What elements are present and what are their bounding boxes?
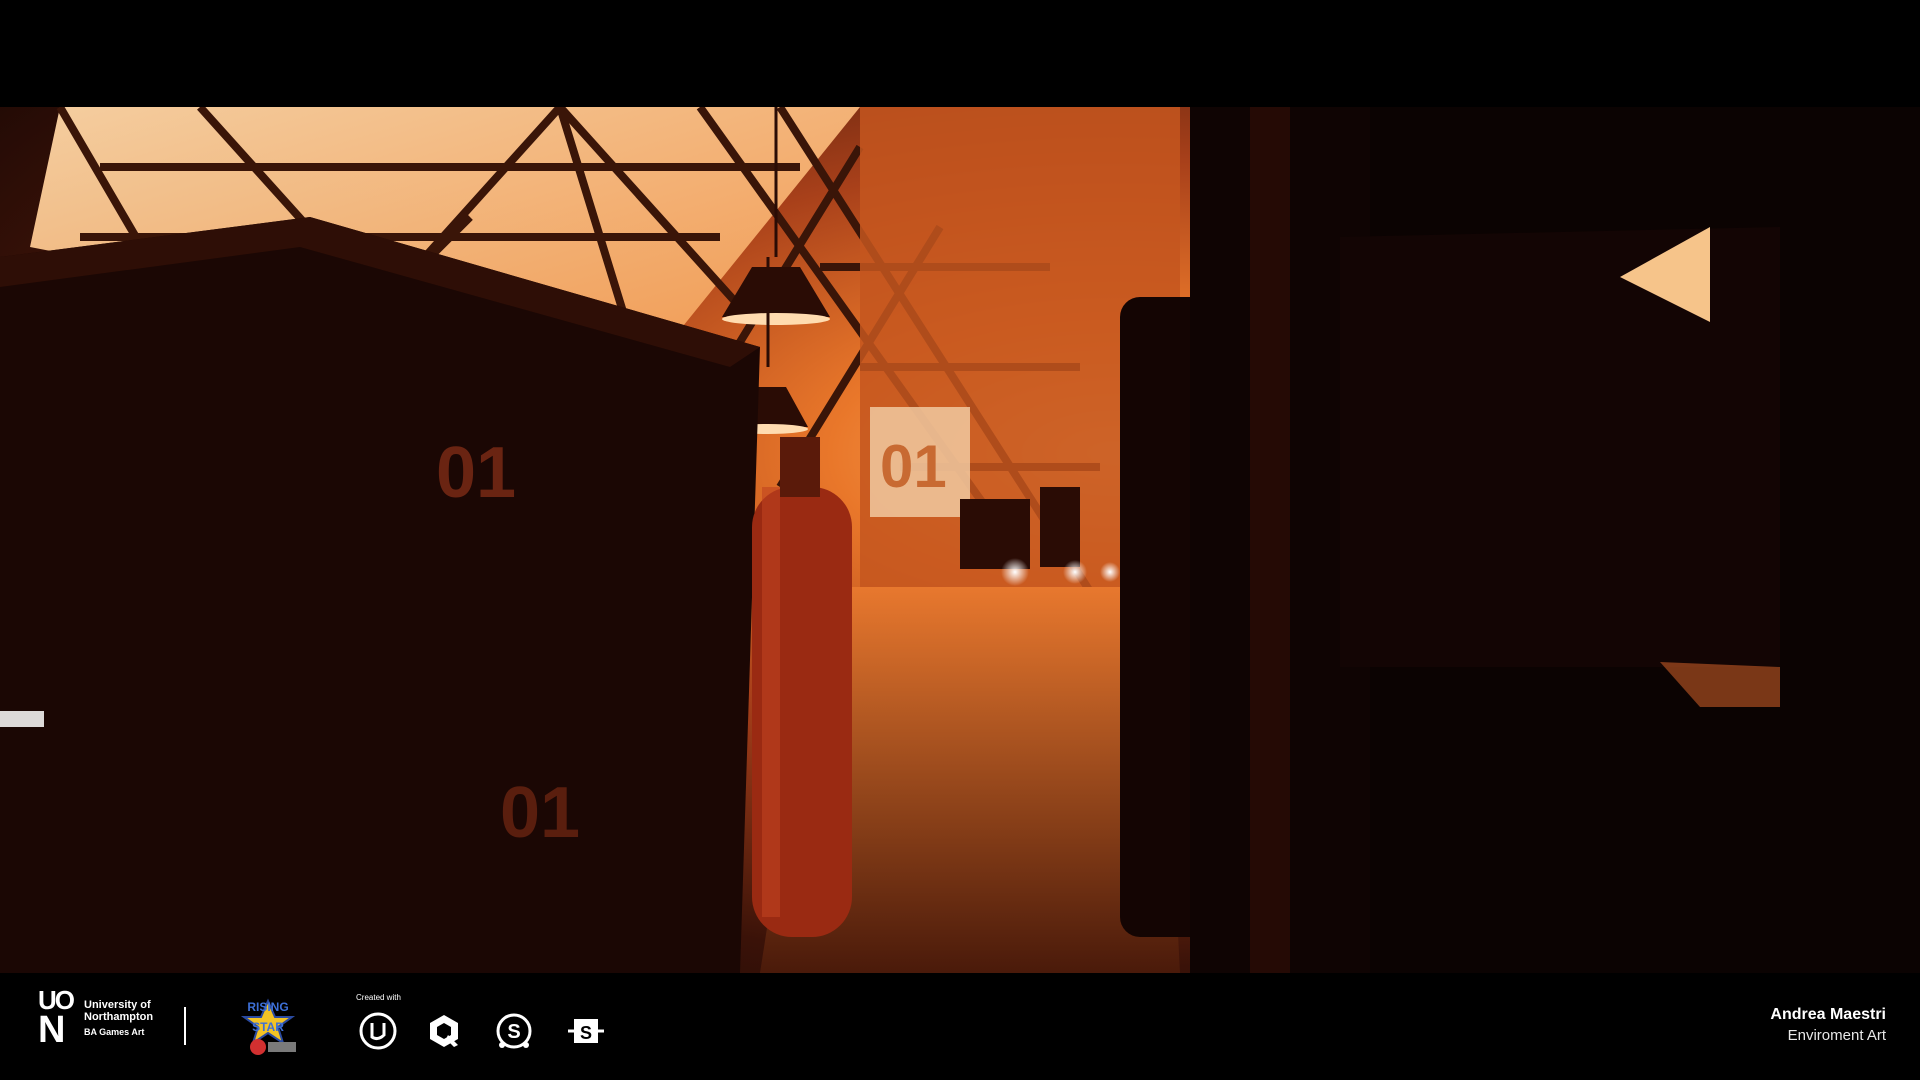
rising-star-text-top: RISING xyxy=(247,1000,288,1014)
wall-label: 01 xyxy=(880,433,947,500)
author-name: Andrea Maestri xyxy=(1770,1006,1886,1023)
uon-mark: UO N xyxy=(38,985,80,1051)
game-scene: 01 01 01 xyxy=(0,107,1920,973)
fire-extinguisher xyxy=(752,437,852,937)
quixel-icon xyxy=(430,1015,458,1047)
right-machine xyxy=(1340,227,1780,667)
author-credit: Andrea Maestri Enviroment Art xyxy=(1770,1005,1886,1047)
substance-painter-icon: S xyxy=(496,1013,532,1049)
uon-logo: UO N University of Northampton BA Games … xyxy=(38,985,198,1051)
container-label-upper: 01 xyxy=(436,433,516,513)
uon-institution: University of Northampton xyxy=(84,999,154,1023)
uon-course: BA Games Art xyxy=(84,1027,145,1037)
substance-designer-icon: S xyxy=(568,1019,604,1043)
author-role: Enviroment Art xyxy=(1787,1027,1886,1044)
svg-text:S: S xyxy=(580,1023,592,1043)
logo-divider xyxy=(184,1007,186,1045)
unreal-engine-icon xyxy=(359,1012,397,1050)
created-with-label: Created with xyxy=(356,993,401,1002)
letterbox-top xyxy=(0,0,1920,107)
light-strip xyxy=(0,711,44,727)
rising-star-text-bottom: STAR xyxy=(252,1020,284,1034)
scene-artwork: 01 01 01 xyxy=(0,107,1920,973)
rising-star-logo: RISING STAR xyxy=(226,995,310,1057)
container-label-lower: 01 xyxy=(500,773,580,853)
rising-star-icon: RISING STAR xyxy=(240,998,296,1055)
uon-mark-bottom: N xyxy=(38,1009,66,1051)
svg-text:S: S xyxy=(507,1021,520,1043)
footer-bar: UO N University of Northampton BA Games … xyxy=(0,973,1920,1080)
